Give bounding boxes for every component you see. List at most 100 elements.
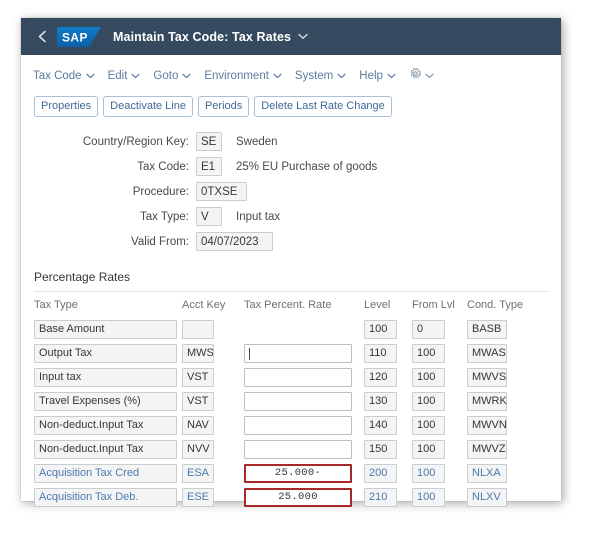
acct-key-value[interactable]: NAV (182, 415, 214, 435)
cell-tax-percent-rate: 25.000 (244, 487, 364, 507)
tax-percent-rate-input[interactable] (244, 367, 352, 387)
menu-item-label: Edit (107, 70, 128, 82)
cell-tax-type: Acquisition Tax Deb. (34, 487, 182, 507)
cond-type-value[interactable]: NLXA (467, 463, 507, 483)
cell-level: 130 (364, 391, 412, 411)
tax-type-field[interactable]: V (196, 207, 222, 227)
tax-type-value[interactable]: Base Amount (34, 319, 177, 339)
gear-icon (409, 67, 422, 85)
svg-text:SAP: SAP (62, 30, 88, 44)
from-lvl-value[interactable]: 100 (412, 439, 445, 459)
level-value[interactable]: 100 (364, 319, 397, 339)
menu-item-tax-code[interactable]: Tax Code (33, 70, 95, 82)
chevron-down-icon (131, 73, 141, 79)
level-value[interactable]: 200 (364, 463, 397, 483)
level-value[interactable]: 150 (364, 439, 397, 459)
from-lvl-value[interactable]: 100 (412, 343, 445, 363)
from-lvl-value[interactable]: 100 (412, 415, 445, 435)
table-row: Travel Expenses (%) VST 130 100 MWRK (34, 389, 561, 413)
deactivate-line-button[interactable]: Deactivate Line (103, 96, 193, 118)
valid-from-field[interactable]: 04/07/2023 (196, 232, 273, 252)
cell-tax-type: Acquisition Tax Cred (34, 463, 182, 483)
cell-tax-type: Base Amount (34, 319, 182, 339)
menu-item-edit[interactable]: Edit (108, 70, 141, 82)
level-value[interactable]: 140 (364, 415, 397, 435)
acct-key-value[interactable]: NVV (182, 439, 214, 459)
menu-item-system[interactable]: System (295, 70, 346, 82)
tax-percent-rate-input[interactable] (244, 343, 352, 363)
country-region-key-field[interactable]: SE (196, 132, 222, 152)
table-row: Output Tax MWS 110 100 MWAS (34, 341, 561, 365)
procedure-label: Procedure: (132, 185, 189, 198)
cell-tax-percent-rate (244, 439, 364, 459)
acct-key-value[interactable]: ESA (182, 463, 214, 483)
from-lvl-value[interactable]: 100 (412, 487, 445, 507)
tax-type-value[interactable]: Non-deduct.Input Tax (34, 415, 177, 435)
cell-tax-percent-rate (244, 415, 364, 435)
cell-cond-type: MWAS (467, 343, 527, 363)
cell-from-lvl: 100 (412, 367, 467, 387)
table-row: Non-deduct.Input Tax NVV 150 100 MWVZ (34, 437, 561, 461)
cell-from-lvl: 0 (412, 319, 467, 339)
cell-cond-type: MWRK (467, 391, 527, 411)
properties-button[interactable]: Properties (34, 96, 99, 118)
from-lvl-value[interactable]: 100 (412, 367, 445, 387)
form-row-tax-code: Tax Code: E1 25% EU Purchase of goods (21, 156, 561, 177)
cell-acct-key: ESE (182, 487, 244, 507)
cond-type-value[interactable]: NLXV (467, 487, 507, 507)
tax-percent-rate-input[interactable] (244, 439, 352, 459)
tax-type-value[interactable]: Acquisition Tax Deb. (34, 487, 177, 507)
column-header-from-lvl: From Lvl (412, 298, 455, 311)
from-lvl-value[interactable]: 100 (412, 463, 445, 483)
tax-type-value[interactable]: Travel Expenses (%) (34, 391, 177, 411)
cell-level: 150 (364, 439, 412, 459)
back-icon[interactable] (31, 26, 53, 48)
menu-item-environment[interactable]: Environment (204, 70, 282, 82)
valid-from-label: Valid From: (131, 235, 189, 248)
acct-key-value[interactable]: MWS (182, 343, 214, 363)
country-region-key-description: Sweden (236, 135, 278, 148)
cond-type-value[interactable]: MWVS (467, 367, 507, 387)
level-value[interactable]: 120 (364, 367, 397, 387)
cell-tax-type: Input tax (34, 367, 182, 387)
menu-item-help[interactable]: Help (359, 70, 396, 82)
tax-percent-rate-input[interactable] (244, 391, 352, 411)
sap-logo[interactable]: SAP (57, 26, 101, 47)
menu-item-label: Environment (204, 70, 269, 82)
tax-percent-rate-input[interactable]: 25.000- (244, 463, 352, 483)
periods-button[interactable]: Periods (197, 96, 250, 118)
menu-item-goto[interactable]: Goto (153, 70, 191, 82)
from-lvl-value[interactable]: 0 (412, 319, 445, 339)
tax-type-value[interactable]: Input tax (34, 367, 177, 387)
procedure-field[interactable]: 0TXSE (196, 182, 247, 202)
acct-key-value[interactable]: ESE (182, 487, 214, 507)
tax-percent-rate-input[interactable] (244, 415, 352, 435)
tax-percent-rate-input[interactable]: 25.000 (244, 487, 352, 507)
cond-type-value[interactable]: MWVN (467, 415, 507, 435)
acct-key-value[interactable]: VST (182, 391, 214, 411)
tax-code-description: 25% EU Purchase of goods (236, 160, 378, 173)
tax-code-field[interactable]: E1 (196, 157, 222, 177)
level-value[interactable]: 110 (364, 343, 397, 363)
chevron-down-icon (85, 73, 95, 79)
tax-type-value[interactable]: Non-deduct.Input Tax (34, 439, 177, 459)
level-value[interactable]: 210 (364, 487, 397, 507)
form-row-country-region-key: Country/Region Key: SE Sweden (21, 131, 561, 152)
cell-from-lvl: 100 (412, 487, 467, 507)
cond-type-value[interactable]: MWVZ (467, 439, 507, 459)
chevron-down-icon[interactable] (298, 33, 308, 40)
form-row-tax-type: Tax Type: V Input tax (21, 206, 561, 227)
delete-last-rate-change-button[interactable]: Delete Last Rate Change (254, 96, 392, 118)
from-lvl-value[interactable]: 100 (412, 391, 445, 411)
tax-type-value[interactable]: Output Tax (34, 343, 177, 363)
cond-type-value[interactable]: BASB (467, 319, 507, 339)
tax-type-description: Input tax (236, 210, 281, 223)
form-row-valid-from: Valid From: 04/07/2023 (21, 231, 561, 252)
cond-type-value[interactable]: MWAS (467, 343, 507, 363)
cond-type-value[interactable]: MWRK (467, 391, 507, 411)
acct-key-value[interactable]: VST (182, 367, 214, 387)
level-value[interactable]: 130 (364, 391, 397, 411)
acct-key-value[interactable] (182, 319, 214, 339)
settings-menu-button[interactable] (409, 67, 434, 85)
tax-type-value[interactable]: Acquisition Tax Cred (34, 463, 177, 483)
